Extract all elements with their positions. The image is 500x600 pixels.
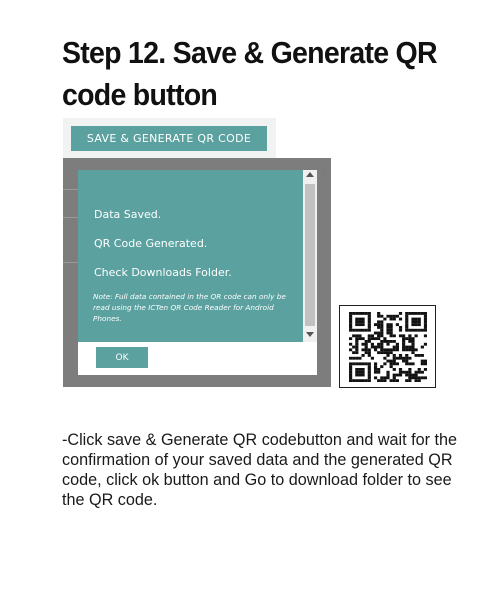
dialog-note: Note: Full data contained in the QR code…: [93, 292, 286, 323]
check-downloads-message: Check Downloads Folder.: [94, 266, 232, 279]
qr-generated-message: QR Code Generated.: [94, 237, 208, 250]
confirmation-dialog: Data Saved. QR Code Generated. Check Dow…: [78, 170, 317, 375]
background-divider: [63, 262, 78, 263]
save-generate-qr-button[interactable]: SAVE & GENERATE QR CODE: [71, 126, 267, 151]
dialog-scrollbar[interactable]: [303, 170, 317, 342]
data-saved-message: Data Saved.: [94, 208, 162, 221]
background-divider: [63, 217, 78, 218]
background-divider: [63, 189, 78, 190]
qr-code-image: [339, 305, 436, 388]
arrow-down-icon[interactable]: [306, 332, 314, 337]
dialog-message-area: Data Saved. QR Code Generated. Check Dow…: [78, 170, 303, 342]
qr-code-icon: [349, 312, 427, 382]
background-text-fragment: (: [322, 170, 326, 180]
scrollbar-thumb[interactable]: [305, 184, 315, 326]
instructions-text: -Click save & Generate QR codebutton and…: [62, 431, 457, 509]
page-title: Step 12. Save & Generate QR code button: [62, 35, 438, 112]
arrow-up-icon[interactable]: [306, 172, 314, 177]
ok-button[interactable]: OK: [96, 347, 148, 368]
